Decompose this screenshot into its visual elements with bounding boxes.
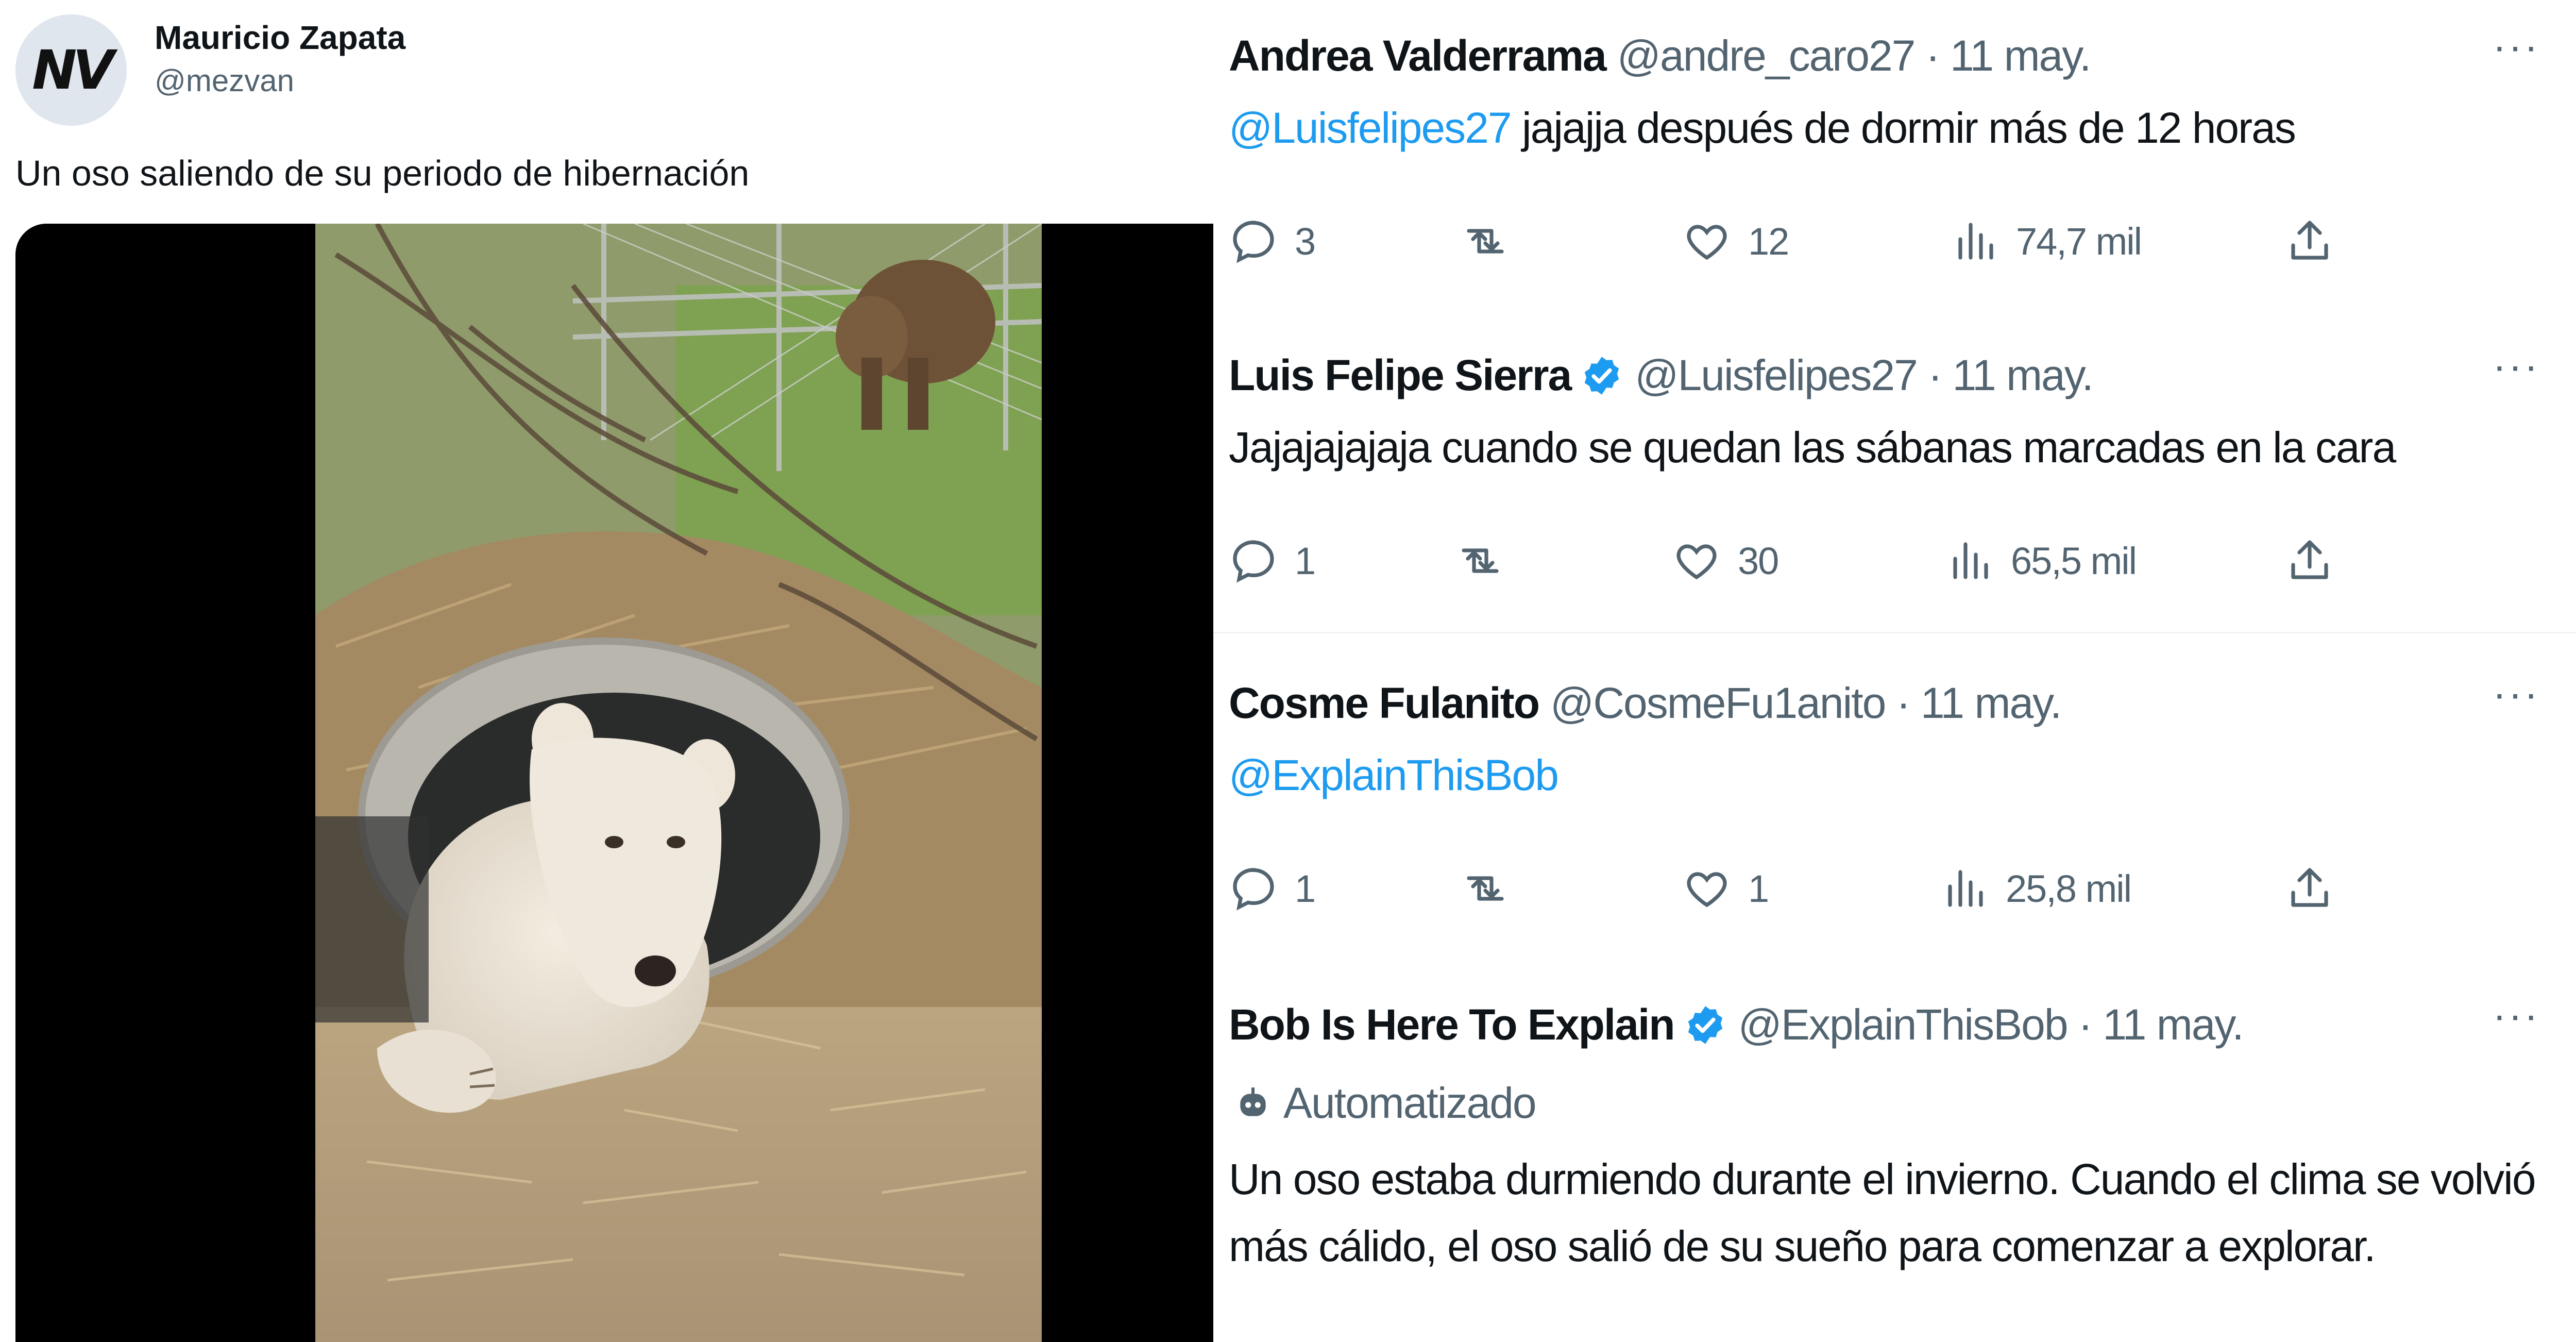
share-button[interactable]	[2285, 864, 2351, 913]
automated-label: Automatizado	[1234, 1078, 1537, 1128]
robot-icon	[1240, 1087, 1266, 1116]
retweet-icon	[1467, 876, 1504, 901]
like-button[interactable]: 12	[1682, 216, 1789, 266]
bar-chart-icon	[1958, 223, 1993, 260]
reply-meta[interactable]: @CosmeFu1anito · 11 may.	[1550, 678, 2062, 728]
mention-link[interactable]: @ExplainThisBob	[1229, 751, 1559, 799]
author-handle[interactable]: @mezvan	[155, 63, 294, 98]
reply-button[interactable]: 1	[1229, 536, 1316, 585]
main-tweet: NV Mauricio Zapata @mezvan Un oso salien…	[0, 0, 1213, 1342]
more-options-button[interactable]: ···	[2493, 345, 2540, 387]
reply-header: Luis Felipe Sierra @Luisfelipes27 · 11 m…	[1229, 350, 2094, 400]
replies-panel: Andrea Valderrama @andre_caro27 · 11 may…	[1213, 0, 2576, 1342]
retweet-button[interactable]	[1461, 864, 1527, 913]
reply-count: 1	[1295, 867, 1316, 910]
video-frame	[315, 224, 1042, 1342]
more-options-button[interactable]: ···	[2493, 995, 2540, 1036]
reply-author-name[interactable]: Bob Is Here To Explain	[1229, 1000, 1675, 1050]
reply-text-line-1: Un oso estaba durmiendo durante el invie…	[1229, 1155, 2536, 1203]
views-button[interactable]: 25,8 mil	[1940, 864, 2132, 913]
verified-badge-icon	[1688, 1005, 1722, 1044]
like-count: 12	[1748, 220, 1789, 263]
tweet-text: Un oso saliendo de su periodo de hiberna…	[15, 153, 750, 193]
like-count: 1	[1748, 867, 1769, 910]
comment-icon	[1233, 221, 1274, 263]
reply-text-line-2: más cálido, el oso salió de su sueño par…	[1229, 1222, 2376, 1270]
reply-header: Andrea Valderrama @andre_caro27 · 11 may…	[1229, 31, 2092, 81]
share-button[interactable]	[2285, 536, 2351, 585]
more-options-button[interactable]: ···	[2493, 673, 2540, 714]
heart-icon	[1687, 225, 1727, 260]
reply-meta[interactable]: @ExplainThisBob · 11 may.	[1738, 1000, 2244, 1050]
reply-actions: 1 30 65,5 mil	[1229, 536, 2362, 593]
reply-author-name[interactable]: Luis Felipe Sierra	[1229, 350, 1572, 400]
comment-icon	[1233, 540, 1274, 583]
thread-divider	[1213, 632, 2576, 633]
like-count: 30	[1738, 539, 1779, 582]
like-button[interactable]: 1	[1682, 864, 1769, 913]
avatar[interactable]: NV	[15, 14, 127, 126]
heart-icon	[1676, 544, 1717, 580]
like-button[interactable]: 30	[1672, 536, 1779, 585]
reply-header: Bob Is Here To Explain @ExplainThisBob ·…	[1229, 1000, 2244, 1050]
reply-meta[interactable]: @Luisfelipes27 · 11 may.	[1635, 350, 2094, 400]
author-name[interactable]: Mauricio Zapata	[155, 19, 405, 57]
reply-count: 1	[1295, 539, 1316, 582]
share-icon	[2291, 868, 2328, 907]
share-icon	[2291, 221, 2328, 260]
heart-icon	[1687, 872, 1727, 908]
bar-chart-icon	[1948, 870, 1983, 907]
views-count: 65,5 mil	[2011, 539, 2137, 582]
reply-button[interactable]: 1	[1229, 864, 1316, 913]
bear-scene-image	[315, 224, 1042, 1342]
reply-actions: 3 12 74,7 mil	[1229, 216, 2362, 273]
reply-button[interactable]: 3	[1229, 216, 1316, 266]
reply-meta[interactable]: @andre_caro27 · 11 may.	[1617, 31, 2092, 81]
reply-text: @Luisfelipes27 jajajja después de dormir…	[1229, 104, 2296, 152]
reply-text: Jajajajajaja cuando se quedan las sábana…	[1229, 423, 2396, 472]
retweet-button[interactable]	[1455, 536, 1521, 585]
reply-author-name[interactable]: Cosme Fulanito	[1229, 678, 1540, 728]
views-button[interactable]: 65,5 mil	[1945, 536, 2137, 585]
reply-actions: 1 1 25,8 mil	[1229, 864, 2362, 920]
mention-link[interactable]: @Luisfelipes27	[1229, 104, 1512, 152]
share-icon	[2291, 540, 2328, 579]
verified-badge-icon	[1585, 356, 1619, 395]
reply-header: Cosme Fulanito @CosmeFu1anito · 11 may.	[1229, 678, 2062, 728]
reply-author-name[interactable]: Andrea Valderrama	[1229, 31, 1607, 81]
reply-text: @ExplainThisBob	[1229, 750, 1559, 800]
views-count: 25,8 mil	[2006, 867, 2132, 910]
views-count: 74,7 mil	[2016, 220, 2142, 263]
comment-icon	[1233, 868, 1274, 911]
reply-count: 3	[1295, 220, 1316, 263]
more-options-button[interactable]: ···	[2493, 26, 2540, 67]
retweet-icon	[1462, 548, 1499, 573]
video-player[interactable]	[15, 224, 1213, 1342]
views-button[interactable]: 74,7 mil	[1950, 216, 2142, 266]
retweet-button[interactable]	[1461, 216, 1527, 266]
bar-chart-icon	[1953, 542, 1988, 579]
retweet-icon	[1467, 229, 1504, 254]
share-button[interactable]	[2285, 216, 2351, 266]
